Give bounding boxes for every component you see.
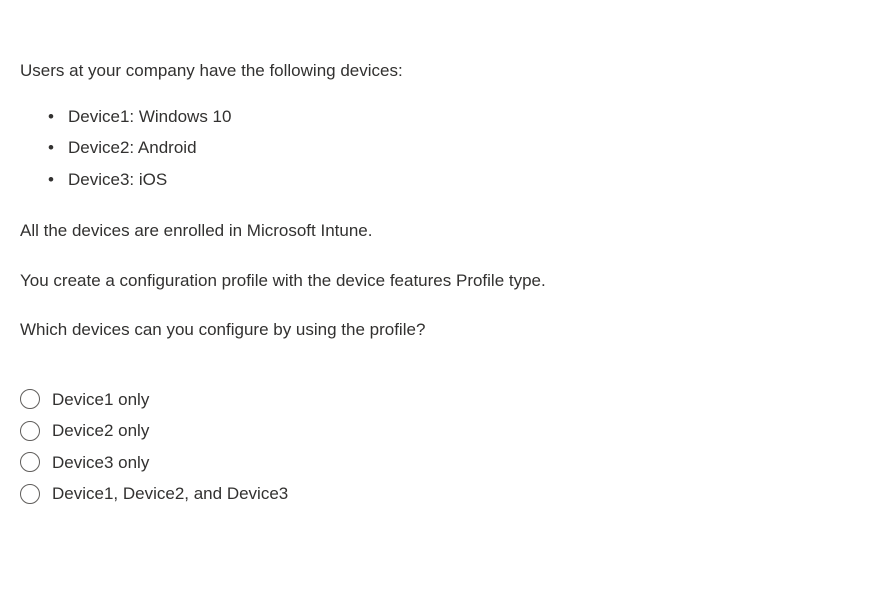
- option-label: Device1 only: [52, 387, 149, 413]
- answer-option[interactable]: Device1, Device2, and Device3: [20, 481, 871, 507]
- question-paragraph: You create a configuration profile with …: [20, 268, 871, 294]
- option-label: Device3 only: [52, 450, 149, 476]
- option-label: Device1, Device2, and Device3: [52, 481, 288, 507]
- radio-icon: [20, 452, 40, 472]
- answer-option[interactable]: Device2 only: [20, 418, 871, 444]
- device-item: Device3: iOS: [48, 167, 871, 193]
- device-list: Device1: Windows 10 Device2: Android Dev…: [20, 104, 871, 193]
- question-intro: Users at your company have the following…: [20, 58, 871, 84]
- device-item: Device2: Android: [48, 135, 871, 161]
- question-paragraph: Which devices can you configure by using…: [20, 317, 871, 343]
- radio-icon: [20, 484, 40, 504]
- answer-option[interactable]: Device3 only: [20, 450, 871, 476]
- device-item: Device1: Windows 10: [48, 104, 871, 130]
- question-paragraph: All the devices are enrolled in Microsof…: [20, 218, 871, 244]
- answer-option[interactable]: Device1 only: [20, 387, 871, 413]
- option-label: Device2 only: [52, 418, 149, 444]
- radio-icon: [20, 421, 40, 441]
- answer-options: Device1 only Device2 only Device3 only D…: [20, 387, 871, 507]
- radio-icon: [20, 389, 40, 409]
